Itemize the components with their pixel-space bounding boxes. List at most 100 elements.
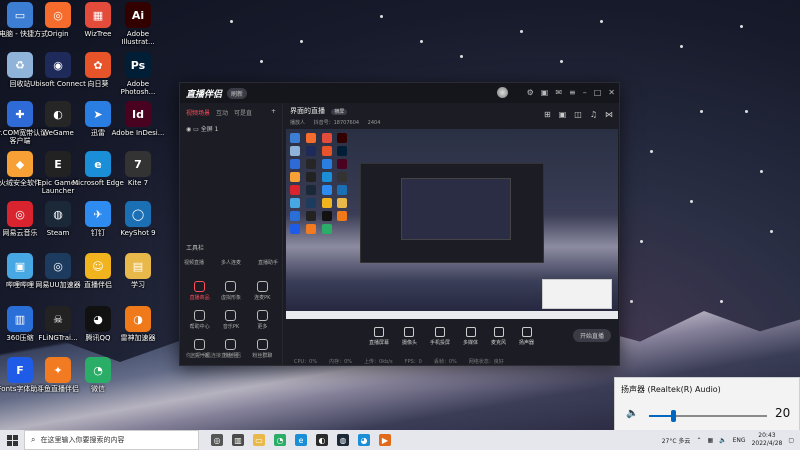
source-toolbar: 直播屏幕 摄像头 手机投屏 多媒体 麦克风 扬声器 (284, 321, 619, 351)
preview-icon (290, 224, 300, 234)
source-tool-icon (493, 326, 504, 337)
tab-scene[interactable]: 视频场景 (186, 108, 210, 117)
settings-icon[interactable]: ⚙ (527, 87, 534, 98)
app-refresh-badge[interactable]: 刷新 (227, 87, 248, 99)
preview-icon (290, 172, 300, 182)
tab-other[interactable]: 可是直 (234, 108, 252, 117)
preview-icon (321, 172, 332, 182)
snowflake (760, 170, 763, 173)
source-tool[interactable]: 手机投屏 (430, 326, 450, 346)
desktop-icon-label: 雷神加速器 (120, 334, 156, 342)
lock-icon[interactable]: ◫ (574, 110, 582, 119)
source-tool[interactable]: 多媒体 (463, 326, 478, 346)
avatar[interactable] (496, 87, 508, 98)
zhibo-icon[interactable]: ▶ (379, 434, 391, 446)
tray-chevron-icon[interactable]: ⌃ (696, 437, 701, 444)
language-indicator[interactable]: ENG (733, 437, 746, 444)
tool-item[interactable]: 连麦PK (247, 281, 278, 301)
preview-icon (290, 185, 300, 195)
volume-slider[interactable] (649, 410, 767, 422)
explorer-icon[interactable]: ▭ (253, 434, 265, 446)
snowflake (380, 15, 383, 18)
tool-multi-mic[interactable]: 多人连麦 (221, 259, 241, 266)
desktop-icon[interactable]: ◔ 微信 (70, 357, 126, 393)
desktop-icon[interactable]: Ps Adobe Photosh... (110, 52, 166, 96)
screen-preview[interactable] (286, 129, 618, 319)
desktop-app-icon: E (45, 151, 71, 177)
clock-date: 2022/4/28 (751, 440, 783, 447)
weather-widget[interactable]: 27°C 多云 (662, 436, 691, 445)
snowflake (720, 300, 723, 303)
menu-icon[interactable]: ≡ (569, 87, 576, 98)
wechat-icon[interactable]: ◔ (274, 434, 286, 446)
tool-item[interactable]: 更多 (247, 310, 278, 330)
message-icon[interactable]: ✉ (555, 87, 562, 98)
taskbar-apps: ◎ ▥ ▭ ◔ e ◐ ◍ ◕ ▶ (211, 434, 391, 446)
orientation-tag[interactable]: 横屏 (331, 109, 348, 115)
preview-icon (290, 198, 300, 208)
desktop-app-icon: Ai (125, 2, 151, 28)
edge-icon[interactable]: e (295, 434, 307, 446)
tool-item[interactable]: 帮助中心 (184, 310, 215, 330)
task-view-icon[interactable]: ◎ (211, 434, 223, 446)
desktop-app-icon: ☠ (45, 306, 71, 332)
audio-device-label[interactable]: 扬声器 (Realtek(R) Audio) (621, 384, 721, 395)
taskbar: ⌕ 在这里输入你要搜索的内容 ◎ ▥ ▭ ◔ e ◐ ◍ ◕ ▶ 27°C 多云 ⌃ ▦ 🔈 E… (0, 430, 800, 450)
steam-icon[interactable]: ◍ (337, 434, 349, 446)
start-button[interactable] (0, 430, 24, 450)
tab-interact[interactable]: 互动 (216, 108, 228, 117)
source-tool-icon (404, 326, 415, 337)
volume-value: 20 (775, 406, 791, 420)
desktop-app-icon: ◎ (45, 2, 71, 28)
notification-icon[interactable]: ▢ (788, 437, 794, 444)
desktop-icon[interactable]: 7 Kite 7 (110, 151, 166, 187)
desktop-icon[interactable]: ◯ KeyShot 9 (110, 201, 166, 237)
stage-icon-row: ⊞ ▣ ◫ ♫ ⋈ (544, 110, 613, 119)
tool-assistant[interactable]: 直播助手 (258, 259, 278, 266)
speaker-icon[interactable]: 🔈 (626, 408, 638, 419)
desktop-icon[interactable]: ▤ 学习 (110, 253, 166, 289)
app-title-bar[interactable]: 直播伴侣 刷新 ⚙ ▣ ✉ ≡ – □ ✕ (180, 83, 619, 103)
source-tool[interactable]: 摄像头 (402, 326, 417, 346)
tool-item[interactable]: 音乐PK (215, 310, 246, 330)
clock-time: 20:43 (758, 432, 776, 439)
desktop-icon-label: 微信 (91, 385, 105, 393)
skin-icon[interactable]: ▣ (541, 87, 549, 98)
source-tool[interactable]: 直播屏幕 (369, 326, 389, 346)
scene-item[interactable]: ◉ ▭ 全屏 1 (180, 122, 282, 135)
go-live-button[interactable]: 开始直播 (572, 329, 611, 342)
stage-header: 界面的直播 横屏 播放人 抖音号：18707604 2404 ⊞ ▣ ◫ ♫ ⋈ (284, 103, 619, 129)
shop-icon[interactable]: ▣ (559, 110, 567, 119)
add-scene-icon[interactable]: + (271, 108, 276, 117)
tool-item[interactable]: 直播商品 (184, 281, 215, 301)
desktop-icon[interactable]: Ai Adobe Illustrat... (110, 2, 166, 46)
tool-item[interactable]: 虚拟形象 (215, 281, 246, 301)
desktop-icon[interactable]: ◑ 雷神加速器 (110, 306, 166, 342)
close-icon[interactable]: ✕ (608, 87, 615, 98)
minimize-icon[interactable]: – (583, 87, 587, 98)
live-streaming-app-window[interactable]: 直播伴侣 刷新 ⚙ ▣ ✉ ≡ – □ ✕ 视频场景 互动 可是直 + ◉ ▭ … (179, 82, 620, 366)
tool-video-live[interactable]: 视频直播 (184, 259, 204, 266)
clock[interactable]: 20:43 2022/4/28 (752, 432, 783, 448)
volume-slider-thumb[interactable] (670, 410, 676, 422)
maximize-icon[interactable]: □ (594, 87, 602, 98)
bell-icon[interactable]: ♫ (590, 110, 597, 119)
desktop-app-icon: ◉ (45, 52, 71, 78)
source-tool[interactable]: 扬声器 (519, 326, 534, 346)
network-icon[interactable]: ▦ (707, 437, 713, 444)
desktop-app-icon: ✈ (85, 201, 111, 227)
app-logo: 直播伴侣 (186, 89, 223, 100)
gift-icon[interactable]: ⊞ (544, 110, 551, 119)
source-tool[interactable]: 麦克风 (491, 326, 506, 346)
desktop-app-icon: ➤ (85, 101, 111, 127)
snowflake (650, 150, 653, 153)
volume-icon[interactable]: 🔈 (719, 437, 726, 444)
desktop-icon[interactable]: Id Adobe InDesi... (110, 101, 166, 137)
tool-item[interactable]: 粉丝群聊 (247, 339, 278, 359)
preview-icon (305, 198, 316, 208)
wegame-icon[interactable]: ◐ (316, 434, 328, 446)
share-icon[interactable]: ⋈ (605, 110, 613, 119)
qq-icon[interactable]: ◕ (358, 434, 370, 446)
taskbar-search[interactable]: ⌕ 在这里输入你要搜索的内容 (24, 430, 199, 450)
store-icon[interactable]: ▥ (232, 434, 244, 446)
